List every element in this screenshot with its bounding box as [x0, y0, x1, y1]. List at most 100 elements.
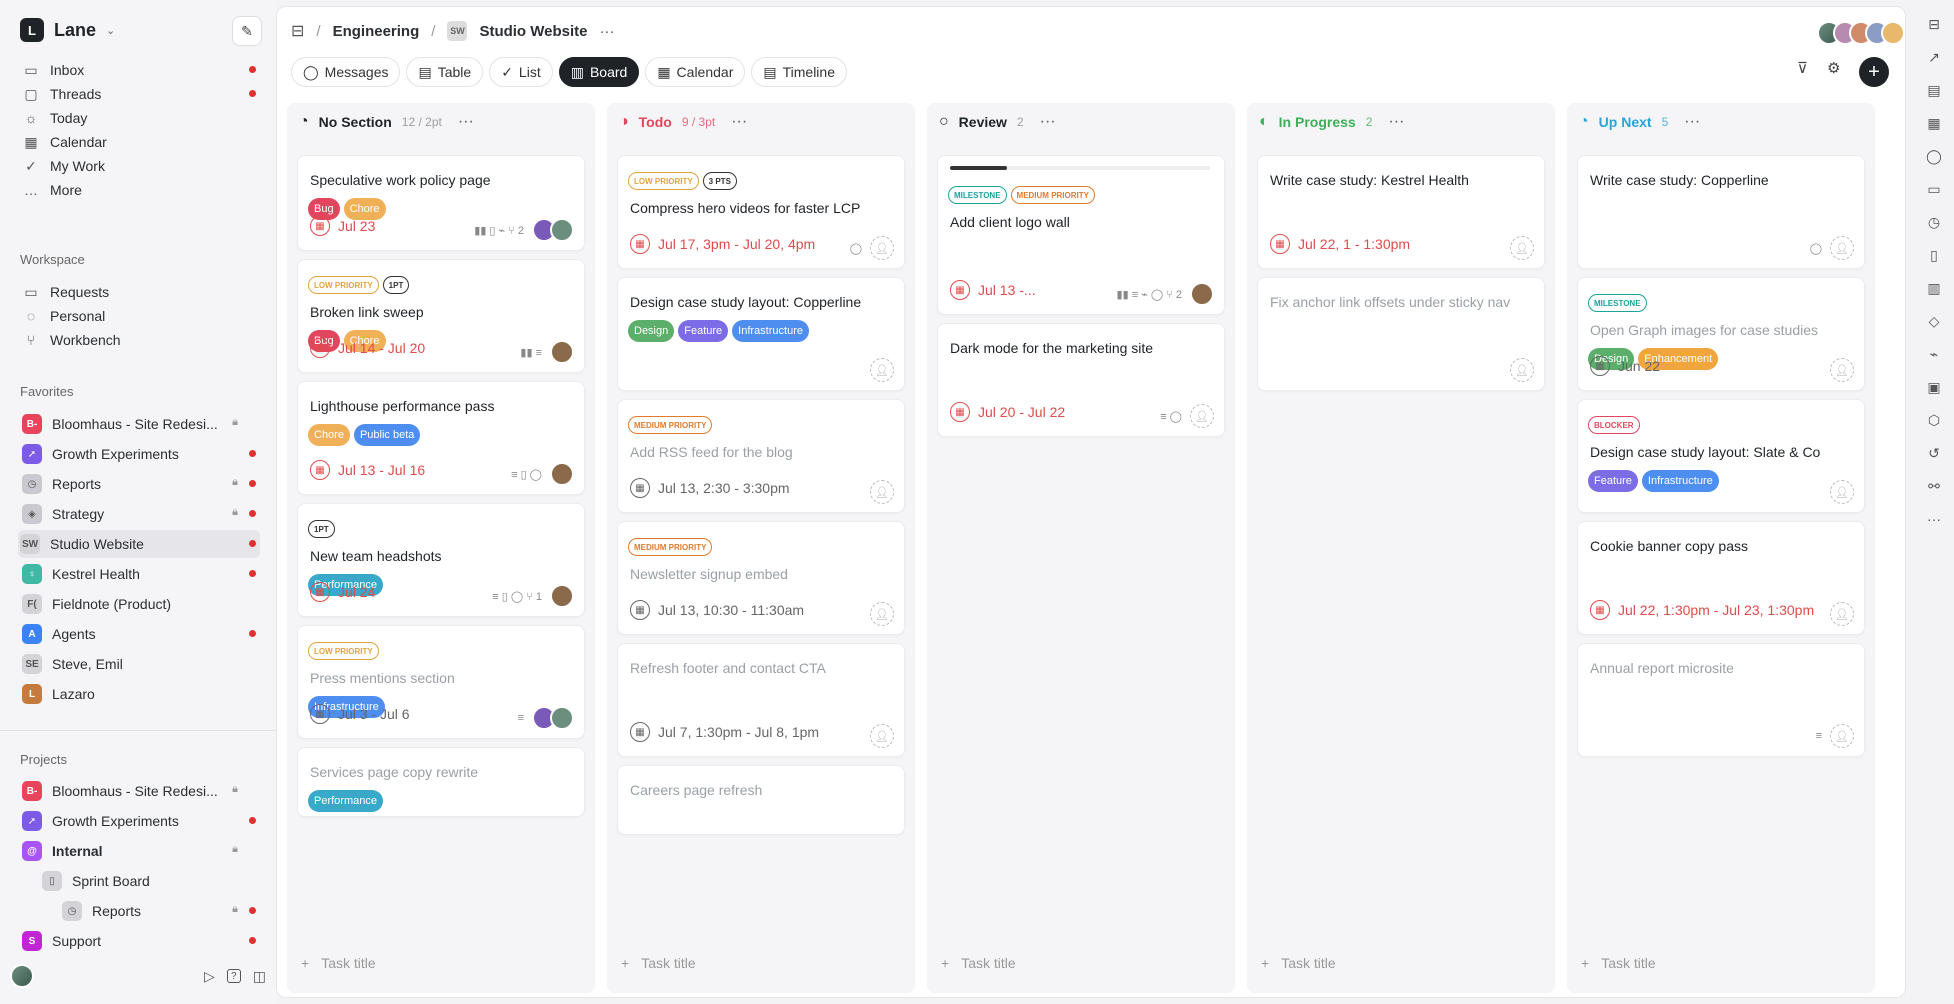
wallet-icon[interactable]: ▣: [1927, 379, 1940, 396]
assignee-avatar[interactable]: [550, 218, 574, 242]
task-card[interactable]: 1PT New team headshots Performance ▦ Jul 24 ≡…: [297, 503, 585, 617]
add-task-button[interactable]: +: [1859, 57, 1889, 87]
inbox-icon[interactable]: ⊟: [1928, 16, 1940, 33]
more-icon[interactable]: ···: [1040, 113, 1056, 131]
inbox-icon[interactable]: ⊟: [291, 21, 304, 41]
assignee-avatar[interactable]: [550, 706, 574, 730]
add-task-row[interactable]: + Task title: [301, 955, 376, 971]
unassigned-icon[interactable]: 👤︎: [870, 602, 894, 626]
add-task-row[interactable]: + Task title: [1581, 955, 1656, 971]
task-card[interactable]: Refresh footer and contact CTA ▦ Jul 7, 1:…: [617, 643, 905, 757]
unassigned-icon[interactable]: 👤︎: [1830, 236, 1854, 260]
workspace-switcher[interactable]: L Lane ⌄: [20, 18, 115, 42]
sidebar-item-support[interactable]: S Support: [20, 927, 260, 955]
due-date[interactable]: ▦ Jul 13, 10:30 - 11:30am: [630, 600, 804, 620]
more-icon[interactable]: ···: [1684, 113, 1700, 131]
task-card[interactable]: Lighthouse performance pass Chore Public b…: [297, 381, 585, 495]
compose-icon[interactable]: ✎: [232, 16, 262, 46]
sidebar-item-steve-emil[interactable]: SE Steve, Emil: [20, 650, 260, 678]
sidebar-item-sprint-board[interactable]: ▯ Sprint Board: [20, 867, 260, 895]
help-icon[interactable]: ?: [226, 969, 241, 983]
task-card[interactable]: Fix anchor link offsets under sticky nav…: [1257, 277, 1545, 391]
member-avatars[interactable]: [1817, 21, 1905, 45]
unassigned-icon[interactable]: 👤︎: [1510, 358, 1534, 382]
unassigned-icon[interactable]: 👤︎: [1510, 236, 1534, 260]
due-date[interactable]: ▦ Jul 7, 1:30pm - Jul 8, 1pm: [630, 722, 819, 742]
task-card[interactable]: BLOCKER Design case study layout: Slate &…: [1577, 399, 1865, 513]
sidebar-item-lazaro[interactable]: L Lazaro: [20, 680, 260, 708]
more-icon[interactable]: ···: [731, 113, 747, 131]
due-date[interactable]: ▦ Jul 22, 1 - 1:30pm: [1270, 234, 1410, 254]
tab-messages[interactable]: ◯ Messages: [291, 57, 401, 87]
task-card[interactable]: Write case study: Copperline ◯ 👤︎: [1577, 155, 1865, 269]
more-icon[interactable]: ···: [458, 113, 474, 131]
assignee-avatar[interactable]: [550, 584, 574, 608]
sidebar-item-fieldnote-product-[interactable]: F(Fieldnote (Product): [20, 590, 260, 618]
due-date[interactable]: ▦ Jul 14 - Jul 20: [310, 338, 425, 358]
add-task-row[interactable]: + Task title: [621, 955, 696, 971]
task-card[interactable]: MEDIUM PRIORITY Add RSS feed for the blog…: [617, 399, 905, 513]
add-task-row[interactable]: + Task title: [1261, 955, 1336, 971]
shapes-icon[interactable]: ◇: [1929, 313, 1940, 330]
task-card[interactable]: LOW PRIORITY 1PT Broken link sweep Bug Chore…: [297, 259, 585, 373]
assignee-avatar[interactable]: [550, 462, 574, 486]
sidebar-item-bloomhaus-site-redesi-[interactable]: B- Bloomhaus - Site Redesi... 🔒︎: [20, 410, 260, 438]
sidebar-item-workbench[interactable]: ⑂ Workbench: [20, 326, 260, 354]
map-icon[interactable]: ▥: [1927, 280, 1940, 297]
due-date[interactable]: ▦ Jul 13, 2:30 - 3:30pm: [630, 478, 790, 498]
task-card[interactable]: Speculative work policy page Bug Chore ▦ Jul…: [297, 155, 585, 251]
sidebar-item-growth-experiments[interactable]: ➚ Growth Experiments: [20, 440, 260, 468]
task-card[interactable]: Careers page refresh: [617, 765, 905, 835]
task-card[interactable]: MILESTONE MEDIUM PRIORITY Add client logo …: [937, 155, 1225, 315]
task-card[interactable]: Cookie banner copy pass ▦ Jul 22, 1:30pm -…: [1577, 521, 1865, 635]
task-card[interactable]: MILESTONE Open Graph images for case stud…: [1577, 277, 1865, 391]
unassigned-icon[interactable]: 👤︎: [1830, 480, 1854, 504]
filter-icon[interactable]: ⊽: [1797, 59, 1808, 77]
due-date[interactable]: ▦ Jul 13 - Jul 16: [310, 460, 425, 480]
due-date[interactable]: ▦ Jul 24: [310, 582, 375, 602]
unassigned-icon[interactable]: 👤︎: [1830, 602, 1854, 626]
sidebar-item-growth-experiments[interactable]: ➚ Growth Experiments: [20, 807, 260, 835]
sidebar-item-internal[interactable]: @ Internal 🔒︎: [20, 837, 260, 865]
sidebar-item-reports[interactable]: ◷ Reports 🔒︎: [20, 897, 260, 925]
due-date[interactable]: ▦ Jul 20 - Jul 22: [950, 402, 1065, 422]
due-date[interactable]: ▦ Jun 22: [1590, 356, 1660, 376]
settings-sliders-icon[interactable]: ⚙: [1827, 59, 1840, 77]
cube-icon[interactable]: ⬡: [1928, 412, 1940, 429]
sidebar-item-strategy[interactable]: ◈ Strategy 🔒︎: [20, 500, 260, 528]
history-icon[interactable]: ↺: [1928, 445, 1940, 462]
tab-table[interactable]: ▤ Table: [406, 57, 484, 87]
tab-calendar[interactable]: ▦ Calendar: [645, 57, 746, 87]
tab-timeline[interactable]: ▤ Timeline: [751, 57, 847, 87]
unassigned-icon[interactable]: 👤︎: [1830, 724, 1854, 748]
sidebar-item-studio-website[interactable]: SW Studio Website: [18, 530, 260, 558]
task-card[interactable]: Write case study: Kestrel Health ▦ Jul 22,…: [1257, 155, 1545, 269]
more-icon[interactable]: ···: [600, 23, 615, 40]
unassigned-icon[interactable]: 👤︎: [1190, 404, 1214, 428]
due-date[interactable]: ▦ Jul 17, 3pm - Jul 20, 4pm: [630, 234, 815, 254]
calendar-icon[interactable]: ▦: [1927, 115, 1940, 132]
task-card[interactable]: MEDIUM PRIORITY Newsletter signup embed ▦ J…: [617, 521, 905, 635]
assignee-avatar[interactable]: [1190, 282, 1214, 306]
task-card[interactable]: Design case study layout: Copperline Desi…: [617, 277, 905, 391]
chat-icon[interactable]: ◯: [1926, 148, 1942, 165]
task-card[interactable]: Services page copy rewrite Performance: [297, 747, 585, 817]
sidebar-item-reports[interactable]: ◷ Reports 🔒︎: [20, 470, 260, 498]
more-icon[interactable]: ···: [1388, 113, 1404, 131]
clipboard-icon[interactable]: ▤: [1927, 82, 1940, 99]
due-date[interactable]: ▦ Jul 23: [310, 216, 375, 236]
breadcrumb-section[interactable]: Engineering: [333, 23, 420, 40]
bookmark-icon[interactable]: ▯: [1930, 247, 1938, 264]
task-card[interactable]: LOW PRIORITY 3 PTS Compress hero videos fo…: [617, 155, 905, 269]
unassigned-icon[interactable]: 👤︎: [870, 724, 894, 748]
sidebar-item-agents[interactable]: A Agents: [20, 620, 260, 648]
unassigned-icon[interactable]: 👤︎: [1830, 358, 1854, 382]
unassigned-icon[interactable]: 👤︎: [870, 358, 894, 382]
tab-list[interactable]: ✓ List: [489, 57, 553, 87]
task-card[interactable]: Annual report microsite ≡ 👤︎: [1577, 643, 1865, 757]
unassigned-icon[interactable]: 👤︎: [870, 236, 894, 260]
due-date[interactable]: ▦ Jul 13 -...: [950, 280, 1036, 300]
play-icon[interactable]: ▷: [204, 968, 215, 985]
webhook-icon[interactable]: ⚯: [1928, 478, 1940, 495]
sidebar-item-kestrel-health[interactable]: ♀ Kestrel Health: [20, 560, 260, 588]
